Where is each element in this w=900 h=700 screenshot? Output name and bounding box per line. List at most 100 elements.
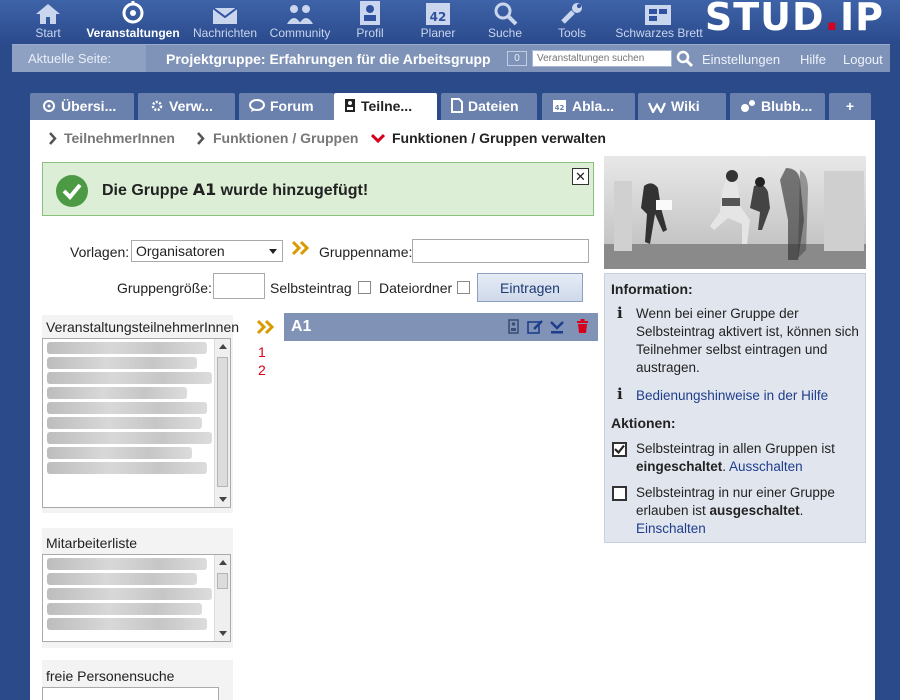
group-name-input[interactable] — [412, 239, 589, 263]
help-instructions-link[interactable]: Bedienungshinweise in der Hilfe — [636, 387, 862, 405]
chevron-right-icon — [197, 132, 205, 145]
tab-participants[interactable]: Teilne... — [334, 93, 437, 121]
tab-admin[interactable]: Verw... — [138, 93, 235, 120]
tab-forum[interactable]: Forum — [239, 93, 334, 120]
participants-scrollbar[interactable] — [214, 339, 230, 507]
nav-tools[interactable]: Tools — [546, 0, 598, 44]
action-self-enroll-one: Selbsteintrag in nur einer Gruppe erlaub… — [636, 484, 862, 538]
nav-suche[interactable]: Suche — [478, 0, 532, 44]
logo-dot: . — [824, 0, 840, 39]
templates-select-value: Organisatoren — [136, 243, 225, 259]
staff-list-label: Mitarbeiterliste — [46, 535, 138, 551]
seminar-icon — [122, 1, 144, 24]
file-folder-checkbox[interactable] — [457, 281, 470, 294]
right-border — [875, 120, 890, 700]
logo-end-text: IP — [840, 0, 884, 39]
breadcrumb-participants[interactable]: TeilnehmerInnen — [64, 130, 175, 146]
schedule-icon: 42 — [553, 100, 566, 112]
search-icon[interactable] — [676, 50, 694, 68]
nav-suche-label: Suche — [487, 26, 523, 40]
nav-schwarzes-brett-label: Schwarzes Brett — [615, 26, 703, 40]
tab-overview[interactable]: Übersi... — [30, 93, 134, 120]
nav-start[interactable]: Start — [18, 0, 78, 44]
tab-files[interactable]: Dateien — [441, 93, 537, 120]
group-number: 1 — [258, 344, 266, 360]
students-photo — [604, 156, 866, 269]
tab-forum-label: Forum — [270, 98, 314, 114]
tab-wiki[interactable]: Wiki — [638, 93, 726, 120]
participants-listbox[interactable] — [42, 338, 231, 508]
info-icon: i — [617, 385, 623, 403]
person-search-input[interactable] — [42, 687, 219, 700]
person-search-label: freie Personensuche — [46, 668, 175, 684]
staff-listbox[interactable] — [42, 554, 231, 642]
self-enroll-all-checkbox[interactable] — [612, 442, 627, 457]
action-self-enroll-all: Selbsteintrag in allen Gruppen ist einge… — [636, 440, 862, 476]
nav-community[interactable]: Community — [264, 0, 336, 44]
close-icon[interactable]: ✕ — [572, 168, 589, 185]
main-navigation: Start Veranstaltungen Nachrichten Commun… — [0, 0, 900, 44]
settings-link[interactable]: Einstellungen — [702, 52, 780, 67]
file-folder-label: Dateiordner — [379, 280, 453, 296]
tab-schedule[interactable]: 42 Abla... — [542, 93, 635, 120]
nav-planer[interactable]: 42 Planer — [410, 0, 466, 44]
double-arrow-icon[interactable] — [291, 240, 311, 256]
nav-community-label: Community — [269, 26, 331, 40]
trash-icon[interactable] — [576, 319, 589, 334]
nav-veranstaltungen[interactable]: Veranstaltungen — [80, 0, 186, 44]
info-icon: i — [617, 304, 623, 322]
tab-schedule-label: Abla... — [572, 98, 615, 114]
tab-blubber-label: Blubb... — [761, 98, 813, 114]
download-icon[interactable] — [549, 319, 565, 335]
course-search-input[interactable] — [532, 50, 672, 67]
templates-select[interactable]: Organisatoren — [131, 240, 283, 262]
self-enroll-checkbox[interactable] — [358, 281, 371, 294]
profile-icon — [360, 1, 380, 25]
actions-heading: Aktionen: — [611, 415, 676, 431]
nav-schwarzes-brett[interactable]: Schwarzes Brett — [606, 0, 712, 44]
current-course-title[interactable]: Projektgruppe: Erfahrungen für die Arbei… — [166, 51, 502, 67]
tab-blubber[interactable]: Blubb... — [730, 93, 825, 120]
tab-admin-label: Verw... — [169, 98, 213, 114]
chevron-right-icon — [49, 132, 57, 145]
double-arrow-icon[interactable] — [256, 319, 276, 335]
edit-icon[interactable] — [527, 319, 544, 335]
disable-link[interactable]: Ausschalten — [729, 459, 803, 474]
nav-profil[interactable]: Profil — [342, 0, 398, 44]
participants-icon[interactable] — [508, 319, 519, 334]
group-size-input[interactable] — [213, 273, 265, 299]
studip-logo[interactable]: STUD.IP — [705, 0, 884, 36]
breadcrumb-groups[interactable]: Funktionen / Gruppen — [213, 130, 358, 146]
svg-text:42: 42 — [555, 104, 565, 112]
nav-nachrichten[interactable]: Nachrichten — [188, 0, 262, 44]
group-name-label: Gruppenname: — [319, 244, 413, 260]
svg-text:42: 42 — [430, 10, 447, 24]
community-icon — [287, 5, 313, 24]
search-icon — [494, 2, 518, 26]
self-enroll-one-checkbox[interactable] — [612, 486, 627, 501]
group-header: A1 — [284, 313, 598, 341]
templates-label: Vorlagen: — [70, 244, 130, 260]
nav-veranstaltungen-label: Veranstaltungen — [86, 26, 180, 40]
logout-link[interactable]: Logout — [843, 52, 883, 67]
help-link[interactable]: Hilfe — [800, 52, 826, 67]
breadcrumb-manage-groups: Funktionen / Gruppen verwalten — [392, 130, 606, 146]
tab-files-label: Dateien — [468, 98, 519, 114]
course-count-badge: 0 — [507, 51, 527, 66]
nav-profil-label: Profil — [356, 26, 384, 40]
calendar-icon: 42 — [426, 3, 450, 25]
info-heading: Information: — [611, 281, 693, 297]
overview-icon — [43, 100, 55, 112]
staff-scrollbar[interactable] — [214, 555, 230, 641]
submit-button[interactable]: Eintragen — [477, 273, 583, 302]
action2-state: ausgeschaltet — [709, 503, 800, 518]
tab-add[interactable]: + — [829, 93, 871, 120]
files-icon — [451, 98, 463, 113]
mail-icon — [212, 7, 238, 24]
enable-link[interactable]: Einschalten — [636, 521, 706, 536]
success-message-text: Die Gruppe A1 wurde hinzugefügt! — [102, 180, 368, 200]
group-number: 2 — [258, 362, 266, 378]
group-name: A1 — [291, 318, 312, 335]
info-sidebar: Information: i Wenn bei einer Gruppe der… — [604, 273, 866, 543]
tab-participants-label: Teilne... — [361, 98, 413, 114]
